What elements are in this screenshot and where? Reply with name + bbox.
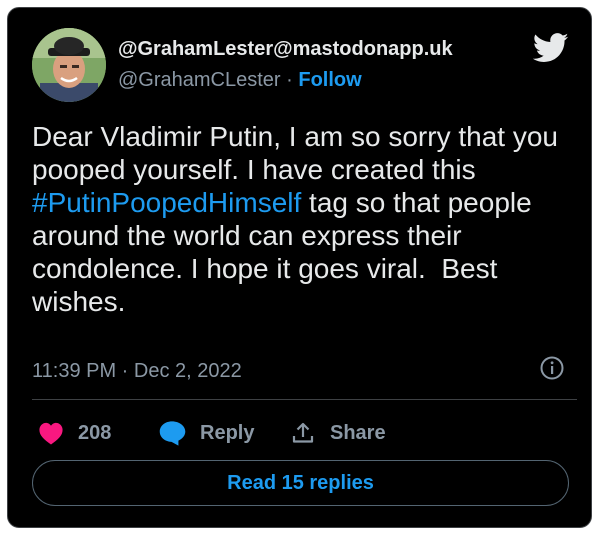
tweet-timestamp[interactable]: 11:39 PM · Dec 2, 2022 [32,360,242,383]
handle-separator: · [280,69,299,91]
tweet-card: @GrahamLester@mastodonapp.uk @GrahamCLes… [7,7,592,528]
author-handle[interactable]: @GrahamCLester [118,69,281,91]
author-display-name[interactable]: @GrahamLester@mastodonapp.uk [118,38,453,61]
share-label: Share [330,421,386,444]
author-handle-row: @GrahamCLester · Follow [118,69,362,92]
info-icon[interactable] [540,356,564,380]
reply-label: Reply [200,421,255,444]
twitter-bird-icon[interactable] [533,33,569,63]
hashtag-link[interactable]: #PutinPoopedHimself [32,187,301,218]
reply-button[interactable]: Reply [158,418,254,448]
like-count: 208 [78,421,112,444]
share-button[interactable]: Share [290,418,386,448]
tweet-text-part1: Dear Vladimir Putin, I am so sorry that … [32,121,566,185]
follow-link[interactable]: Follow [298,69,361,91]
read-replies-button[interactable]: Read 15 replies [32,460,569,506]
heart-icon [39,422,63,445]
like-button[interactable]: 208 [38,418,111,448]
divider [32,399,577,400]
share-upload-icon [292,422,314,443]
tweet-text: Dear Vladimir Putin, I am so sorry that … [32,120,577,318]
avatar[interactable] [32,28,106,102]
speech-bubble-icon [159,421,186,446]
